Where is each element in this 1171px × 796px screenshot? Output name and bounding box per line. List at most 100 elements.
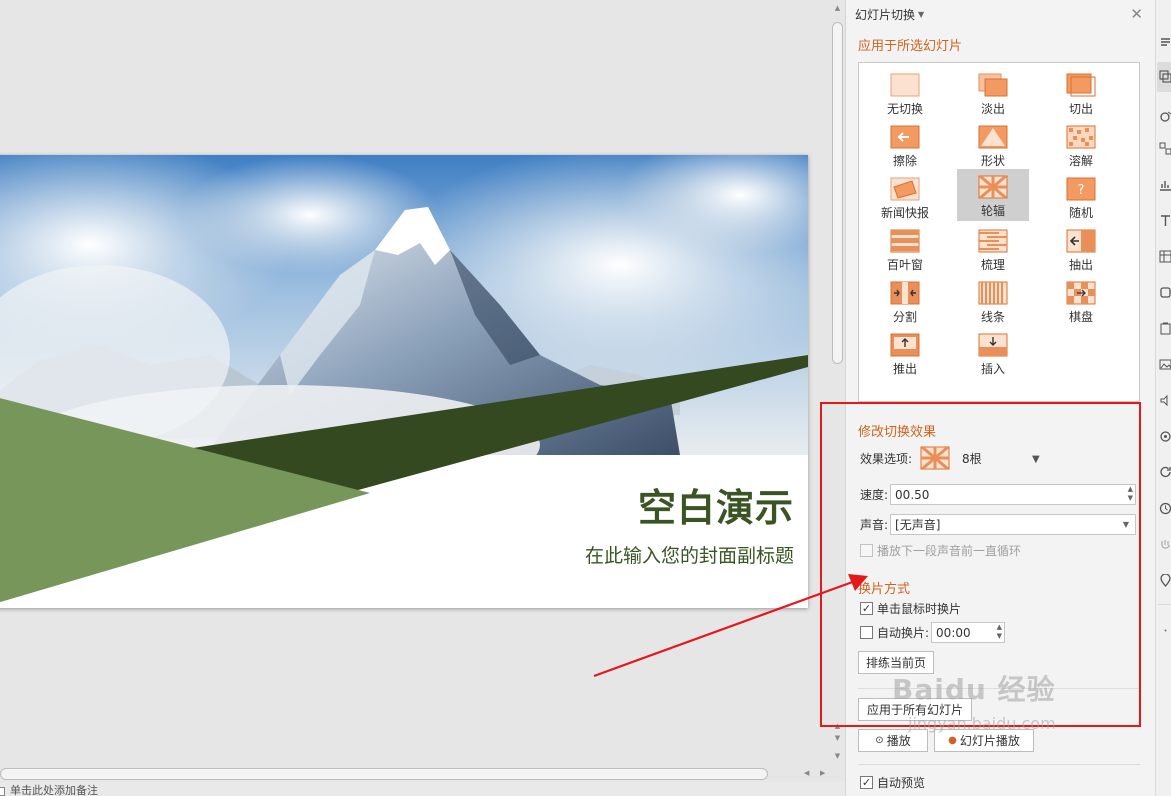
effect-insert[interactable]: 插入 [957,327,1029,377]
chart-icon[interactable] [1159,178,1171,191]
slideshow-label: 幻灯片播放 [959,734,1020,748]
none-transition-icon [890,73,920,97]
horizontal-scrollbar[interactable]: ◀ ▶ [0,766,845,782]
transition-effect-gallery: 无切换 淡出 切出 擦除 形状 溶解 新闻快报 轮辐 ? 随机 百叶窗 梳理 抽… [858,62,1140,402]
clipboard-icon[interactable] [1159,322,1171,335]
animation-icon[interactable] [1159,110,1171,123]
sound-value: [无声音] [895,518,941,532]
effect-dissolve[interactable]: 溶解 [1045,119,1117,169]
sound-icon[interactable] [1159,394,1171,407]
scroll-right-icon[interactable]: ▶ [820,769,825,777]
auto-advance-row: 自动换片: 00:00 ▲ ▼ [860,622,1006,643]
effect-wheel[interactable]: 轮辐 [957,169,1029,221]
clock-icon[interactable] [1159,502,1171,515]
shape-icon[interactable] [1159,286,1171,299]
speed-value: 00.50 [895,487,930,502]
effect-blinds[interactable]: 百叶窗 [869,223,941,273]
blinds-icon [890,229,920,253]
sound-select[interactable]: [无声音] ▼ [890,514,1137,535]
auto-advance-time-input[interactable]: 00:00 ▲ ▼ [931,622,1006,643]
scroll-down-icon[interactable]: ▼ [833,752,842,761]
effect-option-label: 效果选项: [860,451,913,466]
lines-icon [978,281,1008,305]
location-icon[interactable] [1159,574,1171,587]
rehearse-button[interactable]: 排练当前页 [858,651,934,674]
effect-cut[interactable]: 切出 [1045,67,1117,117]
effect-split[interactable]: 分割 [869,275,941,325]
pane-header[interactable]: 幻灯片切换 ▼ [846,0,1155,28]
autopreview-label: 自动预览 [877,776,926,790]
slideshow-button[interactable]: ● 幻灯片播放 [934,729,1034,752]
effect-comb[interactable]: 梳理 [957,223,1029,273]
text-icon[interactable] [1159,214,1171,227]
split-icon [890,281,920,305]
slide-subtitle[interactable]: 在此输入您的封面副标题 [585,541,794,568]
auto-advance-time-value: 00:00 [936,625,971,640]
settings-icon[interactable] [1159,430,1171,443]
page-down-icon[interactable]: ▼ [833,734,842,743]
divider [858,764,1140,765]
autopreview-checkbox[interactable]: ✓ [860,776,873,789]
apply-all-button[interactable]: 应用于所有幻灯片 [858,698,972,721]
chevron-down-icon[interactable]: ▼ [918,10,924,19]
notes-placeholder: 单击此处添加备注 [10,784,98,796]
effect-option-value[interactable]: 8根 [962,450,982,467]
autopreview-row: ✓ 自动预览 [860,774,925,791]
loop-sound-row: 播放下一段声音前一直循环 [860,542,1021,559]
effect-shape[interactable]: 形状 [957,119,1029,169]
vertical-scroll-thumb[interactable] [832,22,843,364]
pane-title: 幻灯片切换 [855,7,916,22]
effect-checkerboard[interactable]: 棋盘 [1045,275,1117,325]
effect-fade[interactable]: 淡出 [957,67,1029,117]
transition-tab[interactable] [1157,62,1171,92]
effect-wipe[interactable]: 擦除 [869,119,941,169]
svg-text:?: ? [1078,183,1085,198]
chevron-down-icon[interactable]: ▼ [1123,520,1129,529]
auto-advance-checkbox[interactable] [860,626,873,639]
more-icon[interactable] [1159,624,1171,637]
effect-lines[interactable]: 线条 [957,275,1029,325]
play-icon: ⊙ [875,735,884,746]
vertical-scrollbar[interactable]: ▲ ▲ ▼ ▼ [830,0,845,766]
effect-option-dropdown-icon[interactable]: ▼ [1032,454,1040,465]
slide-title[interactable]: 空白演示 [638,477,794,532]
on-click-row: ✓ 单击鼠标时换片 [860,600,961,617]
effect-pull[interactable]: 抽出 [1045,223,1117,273]
wheel-icon[interactable] [920,446,950,470]
refresh-icon[interactable] [1159,466,1171,479]
speed-row: 速度: 00.50 ▲ ▼ [860,484,1137,505]
newsflash-icon [890,177,920,201]
speed-input[interactable]: 00.50 ▲ ▼ [890,484,1137,505]
slide-thumbnail[interactable]: 空白演示 在此输入您的封面副标题 [0,155,808,608]
effect-newsflash[interactable]: 新闻快报 [869,171,941,221]
page-up-icon[interactable]: ▲ [833,722,842,731]
layout-icon[interactable] [1159,142,1171,155]
notes-area[interactable]: 单击此处添加备注 [0,782,845,796]
checkerboard-icon [1066,281,1096,305]
scroll-left-icon[interactable]: ◀ [804,769,809,777]
picture-icon[interactable] [1159,358,1171,371]
speed-label: 速度: [860,488,889,502]
speed-stepper-icon[interactable]: ▲ ▼ [1128,485,1133,503]
time-stepper-icon[interactable]: ▲ ▼ [997,623,1002,641]
effect-push[interactable]: 推出 [869,327,941,377]
properties-icon[interactable] [1159,36,1171,49]
advance-section-title: 换片方式 [858,582,911,597]
shape-icon [978,125,1008,149]
wheel-icon [978,174,1008,200]
wipe-icon [890,125,920,149]
hand-icon[interactable] [1159,538,1171,551]
table-icon[interactable] [1159,250,1171,263]
pull-icon [1066,229,1096,253]
play-button[interactable]: ⊙ 播放 [858,729,928,752]
effect-random[interactable]: ? 随机 [1045,171,1117,221]
close-icon[interactable]: ✕ [1130,5,1143,23]
scroll-up-icon[interactable]: ▲ [833,4,842,13]
on-click-checkbox[interactable]: ✓ [860,602,873,615]
loop-sound-checkbox[interactable] [860,544,873,557]
right-tool-sidebar [1155,0,1171,796]
comb-icon [978,229,1008,253]
horizontal-scroll-thumb[interactable] [0,768,768,780]
effect-none[interactable]: 无切换 [869,67,941,117]
slide-canvas[interactable]: 空白演示 在此输入您的封面副标题 [0,0,830,766]
